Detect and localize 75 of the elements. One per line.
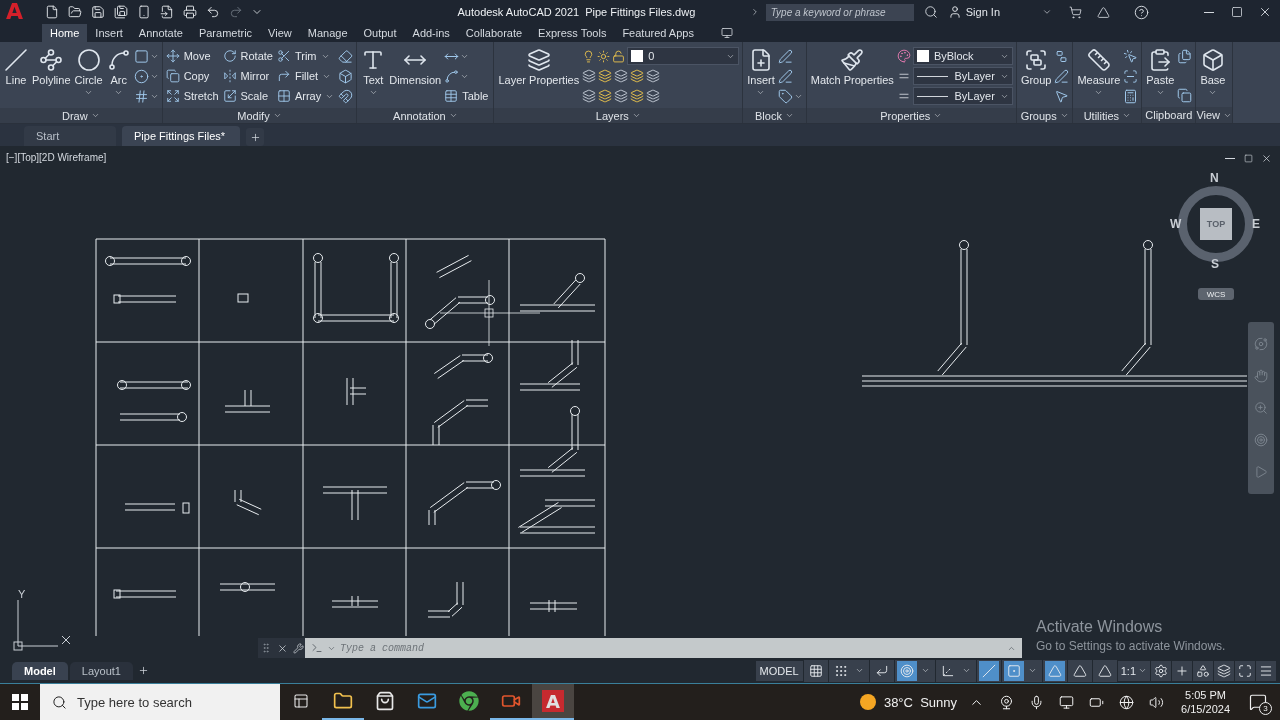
app-logo: A bbox=[542, 690, 564, 712]
ribbon-tab[interactable]: Home bbox=[42, 24, 88, 42]
ribbon-tab[interactable]: View bbox=[260, 24, 300, 42]
activation-title: Activate Windows bbox=[1036, 618, 1164, 636]
tool-button[interactable]: Move bbox=[165, 46, 221, 66]
file-title: Pipe Fittings Files.dwg bbox=[585, 6, 696, 18]
tool-button[interactable]: Paste bbox=[1145, 46, 1176, 99]
panel-title-button[interactable]: Properties bbox=[806, 108, 1016, 123]
panel-title-button[interactable]: Modify bbox=[162, 108, 357, 123]
weather-button[interactable]: 38°C Sunny bbox=[859, 694, 958, 710]
panel-title-button[interactable]: Clipboard bbox=[1142, 107, 1196, 123]
tool-button[interactable]: Trim bbox=[276, 46, 337, 66]
tool-button[interactable]: Arc bbox=[105, 46, 132, 99]
notification-button[interactable]: 3 bbox=[1244, 688, 1272, 716]
panel-title-button[interactable]: Draw bbox=[0, 108, 162, 123]
tool-button[interactable]: Line bbox=[3, 46, 29, 88]
panel-title-button[interactable]: Annotation bbox=[357, 108, 494, 123]
notification-count: 3 bbox=[1259, 702, 1272, 715]
ribbon-tab[interactable]: Express Tools bbox=[530, 24, 615, 42]
tool-button[interactable]: Group bbox=[1019, 46, 1053, 88]
command-field[interactable]: Type a command bbox=[340, 639, 1003, 657]
tool-button[interactable]: Match Properties bbox=[809, 46, 895, 88]
ribbon-tab[interactable]: Annotate bbox=[130, 24, 191, 42]
ribbon-tab[interactable]: Insert bbox=[87, 24, 131, 42]
sign-in-button[interactable]: Sign In bbox=[947, 5, 1000, 19]
panel-title-button[interactable]: View bbox=[1196, 107, 1233, 123]
document-tab[interactable]: Start bbox=[24, 126, 116, 146]
taskbar-search-field[interactable]: Type here to search bbox=[77, 687, 268, 717]
ribbon-tab[interactable]: Output bbox=[355, 24, 405, 42]
coordinate-system-button[interactable]: WCS bbox=[1198, 288, 1234, 300]
ribbon-tab[interactable]: Parametric bbox=[190, 24, 261, 42]
ribbon-tab[interactable]: Featured Apps bbox=[614, 24, 702, 42]
panel-title-button[interactable]: Groups bbox=[1016, 108, 1073, 123]
line-dropdown[interactable]: ByLayer bbox=[912, 67, 1013, 85]
layout-tab[interactable]: Model bbox=[12, 661, 68, 680]
layer-dropdown[interactable]: 0 bbox=[627, 47, 740, 65]
tool-button[interactable]: Insert bbox=[746, 46, 776, 99]
ribbon-tab[interactable]: Add-ins bbox=[404, 24, 458, 42]
ratio-dropdown[interactable]: 1:1 bbox=[1117, 660, 1150, 681]
tool-button[interactable]: Layer Properties bbox=[497, 46, 581, 88]
tool-button[interactable]: Rotate bbox=[222, 46, 275, 66]
tool-button[interactable]: Base bbox=[1199, 46, 1227, 99]
tool-button[interactable]: Circle bbox=[73, 46, 104, 99]
compass-label: N bbox=[1210, 172, 1219, 185]
panel-title-button[interactable]: Utilities bbox=[1073, 108, 1142, 123]
panel-title-button[interactable]: Block bbox=[743, 108, 806, 123]
ribbon-tab[interactable]: Manage bbox=[299, 24, 356, 42]
tool-button[interactable]: Copy bbox=[165, 66, 221, 86]
color-dropdown[interactable]: ByBlock bbox=[912, 47, 1013, 65]
model-space-button[interactable]: MODEL bbox=[755, 660, 803, 681]
tool-button[interactable]: Polyline bbox=[31, 46, 72, 88]
tool-button[interactable]: Table bbox=[444, 86, 491, 106]
tool-button[interactable]: Mirror bbox=[222, 66, 275, 86]
tool-button[interactable]: Stretch bbox=[165, 86, 221, 106]
viewport-label[interactable]: [−][Top][2D Wireframe] bbox=[6, 152, 107, 163]
window-title: Autodesk AutoCAD 2021 bbox=[457, 6, 580, 18]
document-tab[interactable]: Pipe Fittings Files* bbox=[122, 126, 240, 146]
tool-button[interactable]: Fillet bbox=[276, 66, 337, 86]
tool-button[interactable]: Dimension bbox=[388, 46, 443, 88]
ribbon-tab[interactable]: Collaborate bbox=[457, 24, 531, 42]
clock[interactable]: 5:05 PM 6/15/2024 bbox=[1181, 689, 1230, 715]
activation-message: Go to Settings to activate Windows. bbox=[1036, 639, 1226, 653]
taskbar-search-box[interactable]: Type here to search bbox=[40, 684, 280, 720]
tool-button[interactable]: Scale bbox=[222, 86, 275, 106]
layout-tab[interactable]: Layout1 bbox=[69, 661, 133, 680]
compass-label: W bbox=[1170, 218, 1182, 231]
tool-button[interactable]: Measure bbox=[1076, 46, 1122, 99]
compass-label: E bbox=[1252, 218, 1260, 231]
compass-label: S bbox=[1211, 258, 1219, 271]
taskbar-app[interactable]: A bbox=[532, 684, 574, 720]
tool-button[interactable]: Array bbox=[276, 86, 337, 106]
panel-title-button[interactable]: Layers bbox=[494, 108, 743, 123]
axis-label: Y bbox=[18, 588, 26, 600]
line-dropdown[interactable]: ByLayer bbox=[912, 87, 1013, 105]
tool-button[interactable]: Text bbox=[360, 46, 387, 99]
